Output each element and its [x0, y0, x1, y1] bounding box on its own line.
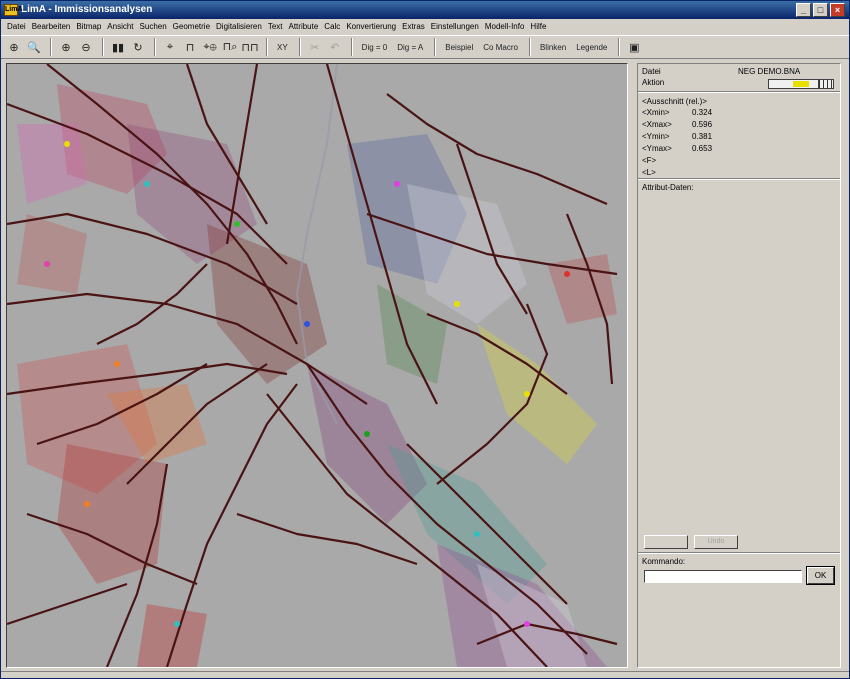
blinken-button[interactable]: Blinken: [536, 38, 570, 56]
legende-button[interactable]: Legende: [572, 38, 611, 56]
menu-extras[interactable]: Extras: [399, 19, 428, 34]
select-object-icon[interactable]: ⊓: [181, 38, 199, 56]
map-scroll-gap: [629, 63, 633, 668]
xmax-row: <Xmax> 0.596: [642, 120, 712, 129]
zoom-all-icon[interactable]: ⊕: [5, 38, 23, 56]
menu-bitmap[interactable]: Bitmap: [73, 19, 104, 34]
toolbar-separator: [434, 38, 437, 56]
ok-button[interactable]: OK: [806, 566, 835, 585]
toolbar-separator: [350, 38, 353, 56]
menu-attribute[interactable]: Attribute: [286, 19, 322, 34]
beispiel-button[interactable]: Beispiel: [441, 38, 477, 56]
undo-button[interactable]: Undo: [694, 535, 738, 549]
status-bar: [1, 671, 849, 679]
xmax-value: 0.596: [692, 120, 713, 129]
zoom-in-icon[interactable]: ⊕: [57, 38, 75, 56]
city-map[interactable]: [7, 64, 627, 667]
undo-icon[interactable]: ↶: [326, 38, 344, 56]
select-zoom-icon[interactable]: ⌖⊕: [201, 38, 219, 56]
divider: [638, 178, 840, 180]
xmin-label: <Xmin>: [642, 108, 670, 117]
co-macro-button[interactable]: Co Macro: [479, 38, 522, 56]
ymin-row: <Ymin> 0.381: [642, 132, 712, 141]
ausschnitt-label: <Ausschnitt (rel.)>: [642, 97, 707, 106]
action-indicator: [768, 79, 834, 89]
save-icon[interactable]: ▣: [625, 38, 643, 56]
kommando-input[interactable]: [644, 570, 802, 583]
menu-text[interactable]: Text: [265, 19, 286, 34]
l-label: <L>: [642, 168, 656, 177]
ymax-row: <Ymax> 0.653: [642, 144, 712, 153]
menu-einstellungen[interactable]: Einstellungen: [428, 19, 482, 34]
menu-bearbeiten[interactable]: Bearbeiten: [29, 19, 74, 34]
kommando-label: Kommando:: [642, 557, 686, 566]
menu-suchen[interactable]: Suchen: [137, 19, 170, 34]
info-panel: Datei NEG DEMO.BNA Aktion <Ausschnitt (r…: [637, 63, 841, 668]
map-canvas[interactable]: [6, 63, 628, 668]
menu-hilfe[interactable]: Hilfe: [527, 19, 549, 34]
menu-digitalisieren[interactable]: Digitalisieren: [213, 19, 265, 34]
refresh-icon[interactable]: ↻: [129, 38, 147, 56]
select-icon[interactable]: ⌖: [161, 38, 179, 56]
select-area-icon[interactable]: ⊓⌕: [221, 38, 239, 56]
cut-icon[interactable]: ✂: [306, 38, 324, 56]
menu-calc[interactable]: Calc: [321, 19, 343, 34]
menu-datei[interactable]: Datei: [4, 19, 29, 34]
toolbar-separator: [618, 38, 621, 56]
minimize-button[interactable]: _: [796, 3, 811, 17]
action-bars-icon: [818, 80, 832, 88]
ymin-label: <Ymin>: [642, 132, 670, 141]
chart-icon[interactable]: ▮▮: [109, 38, 127, 56]
close-button[interactable]: ×: [830, 3, 845, 17]
title-bar: LimA LimA - Immissionsanalysen _ □ ×: [1, 1, 849, 19]
app-icon: LimA: [4, 4, 23, 16]
action-status-light: [793, 81, 809, 87]
ymin-value: 0.381: [692, 132, 713, 141]
attribut-daten-label: Attribut-Daten:: [642, 183, 694, 192]
menu-bar: Datei Bearbeiten Bitmap Ansicht Suchen G…: [1, 19, 849, 34]
zoom-window-icon[interactable]: 🔍: [25, 38, 43, 56]
dig-0-button[interactable]: Dig = 0: [358, 38, 392, 56]
divider: [638, 91, 840, 93]
ymax-label: <Ymax>: [642, 144, 672, 153]
xmax-label: <Xmax>: [642, 120, 672, 129]
xmin-value: 0.324: [692, 108, 713, 117]
toolbar-separator: [298, 38, 301, 56]
menu-konvertierung[interactable]: Konvertierung: [343, 19, 399, 34]
divider: [638, 552, 840, 554]
aktion-label: Aktion: [642, 78, 665, 87]
ymax-value: 0.653: [692, 144, 713, 153]
menu-ansicht[interactable]: Ansicht: [104, 19, 136, 34]
dig-a-button[interactable]: Dig = A: [393, 38, 427, 56]
toolbar-separator: [50, 38, 52, 56]
toolbar-separator: [266, 38, 268, 56]
toolbar-separator: [528, 38, 531, 56]
select-multi-icon[interactable]: ⊓⊓: [241, 38, 259, 56]
application-window: LimA LimA - Immissionsanalysen _ □ × Dat…: [0, 0, 850, 679]
datei-value: NEG DEMO.BNA: [738, 67, 801, 76]
menu-modell-info[interactable]: Modell-Info: [482, 19, 528, 34]
maximize-button[interactable]: □: [813, 3, 828, 17]
xy-button[interactable]: XY: [273, 38, 292, 56]
toolbar-separator: [102, 38, 104, 56]
toolbar-separator: [154, 38, 156, 56]
apply-button[interactable]: [644, 535, 688, 549]
xmin-row: <Xmin> 0.324: [642, 108, 712, 117]
zoom-out-icon[interactable]: ⊖: [77, 38, 95, 56]
toolbar: ⊕ 🔍 ⊕ ⊖ ▮▮ ↻ ⌖ ⊓ ⌖⊕ ⊓⌕ ⊓⊓ XY ✂ ↶ Dig = 0…: [1, 35, 849, 59]
f-label: <F>: [642, 156, 657, 165]
window-title: LimA - Immissionsanalysen: [21, 4, 153, 15]
datei-label: Datei: [642, 67, 661, 76]
menu-geometrie[interactable]: Geometrie: [170, 19, 213, 34]
